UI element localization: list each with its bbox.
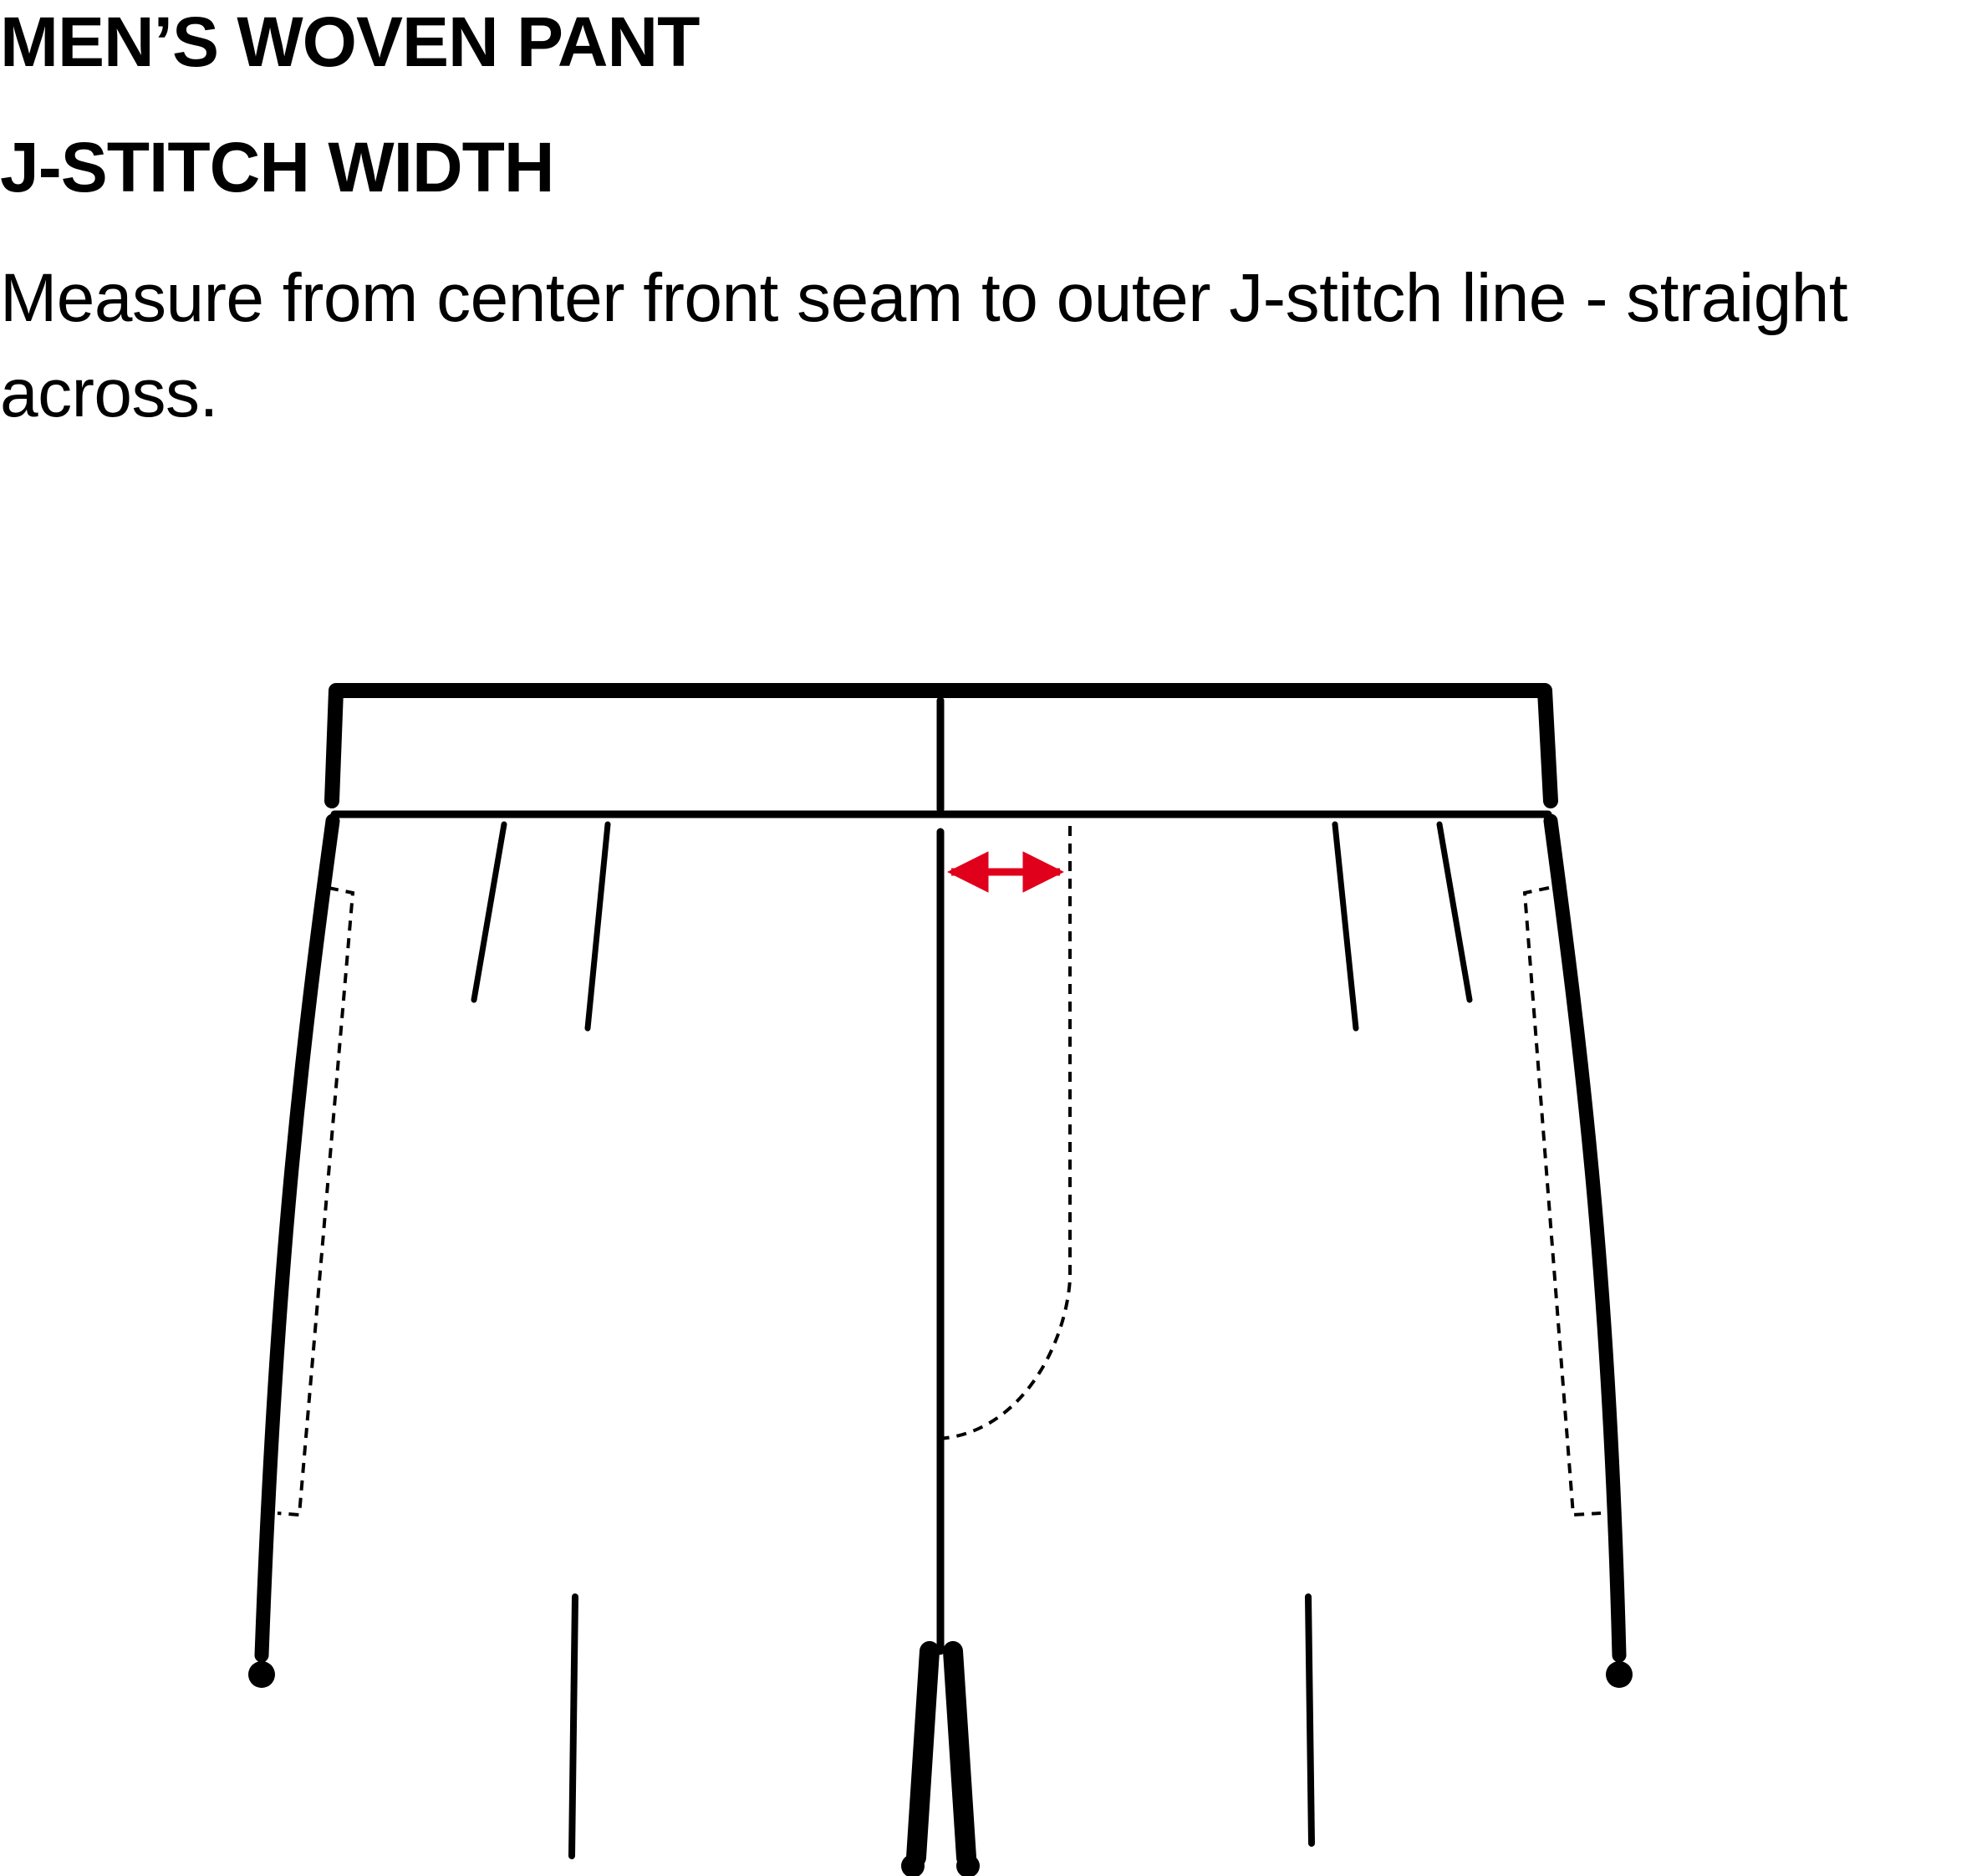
right-hem-end (1606, 1661, 1633, 1688)
pant-diagram (248, 683, 1633, 1876)
left-pleat-inner (584, 821, 611, 1032)
j-stitch-line (937, 826, 1072, 1440)
right-pleat-inner (1332, 821, 1359, 1032)
left-leg-crease (568, 1593, 578, 1859)
left-hem-end (248, 1661, 275, 1688)
right-leg-crease (1305, 1593, 1315, 1847)
crotch-inseam (906, 1641, 976, 1868)
right-pleat-outer (1436, 821, 1473, 1003)
right-side-seam (1543, 813, 1627, 1663)
left-pleat-outer (471, 821, 507, 1003)
